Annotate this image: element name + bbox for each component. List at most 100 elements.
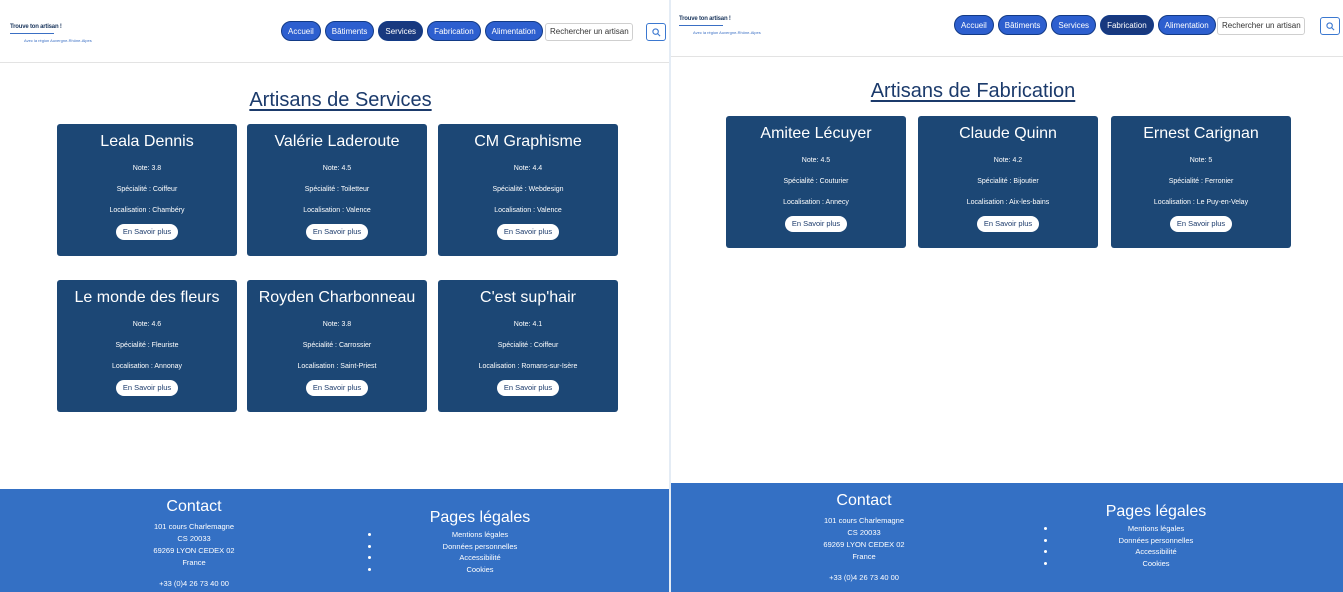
logo-tagline: Avec la région Auvergne-Rhône-Alpes bbox=[693, 30, 761, 35]
artisan-note: Note: 4.4 bbox=[513, 165, 543, 172]
artisan-specialite: Spécialité : Coiffeur bbox=[116, 186, 178, 193]
site-footer: Contact 101 cours Charlemagne CS 20033 6… bbox=[0, 489, 669, 592]
artisan-localisation: Localisation : Le Puy-en-Velay bbox=[1153, 199, 1249, 206]
page-title: Artisans de Fabrication bbox=[870, 80, 1076, 102]
artisan-localisation: Localisation : Annonay bbox=[111, 363, 183, 370]
footer-contact: Contact 101 cours Charlemagne CS 20033 6… bbox=[114, 498, 274, 588]
logo-title: Trouve ton artisan ! bbox=[679, 16, 731, 22]
artisan-specialite: Spécialité : Coiffeur bbox=[497, 342, 559, 349]
legal-title: Pages légales bbox=[1105, 503, 1207, 520]
page-title: Artisans de Services bbox=[249, 89, 432, 111]
artisan-card: Royden Charbonneau Note: 3.8 Spécialité … bbox=[247, 280, 427, 412]
footer-legal: Pages légales Mentions légales Données p… bbox=[1041, 503, 1271, 569]
address-line: 69269 LYON CEDEX 02 bbox=[823, 540, 905, 549]
artisan-name: Ernest Carignan bbox=[1143, 125, 1259, 142]
site-footer: Contact 101 cours Charlemagne CS 20033 6… bbox=[671, 483, 1343, 592]
logo-swoosh bbox=[679, 25, 723, 29]
artisan-specialite: Spécialité : Toiletteur bbox=[304, 186, 370, 193]
artisan-card: Claude Quinn Note: 4.2 Spécialité : Bijo… bbox=[918, 116, 1098, 248]
legal-link-cookies[interactable]: Cookies bbox=[365, 564, 595, 576]
contact-title: Contact bbox=[166, 498, 222, 515]
legal-links: Mentions légales Données personnelles Ac… bbox=[365, 529, 595, 575]
nav-batiments[interactable]: Bâtiments bbox=[324, 21, 375, 41]
legal-link-accessibilite[interactable]: Accessibilité bbox=[365, 552, 595, 564]
nav-services[interactable]: Services bbox=[1051, 15, 1097, 35]
artisan-localisation: Localisation : Chambéry bbox=[109, 207, 185, 214]
en-savoir-plus-button[interactable]: En Savoir plus bbox=[1169, 216, 1233, 232]
nav-alimentation[interactable]: Alimentation bbox=[1157, 15, 1216, 35]
artisan-name: CM Graphisme bbox=[474, 133, 582, 150]
nav-fabrication[interactable]: Fabrication bbox=[427, 21, 481, 41]
en-savoir-plus-button[interactable]: En Savoir plus bbox=[115, 380, 179, 396]
artisan-name: Leala Dennis bbox=[100, 133, 194, 150]
artisan-note: Note: 4.5 bbox=[322, 165, 352, 172]
legal-link-donnees[interactable]: Données personnelles bbox=[365, 541, 595, 553]
artisan-specialite: Spécialité : Fleuriste bbox=[115, 342, 179, 349]
artisan-card: C'est sup'hair Note: 4.1 Spécialité : Co… bbox=[438, 280, 618, 412]
artisan-name: Valérie Laderoute bbox=[274, 133, 400, 150]
artisan-note: Note: 4.6 bbox=[132, 321, 162, 328]
artisan-name: C'est sup'hair bbox=[480, 289, 576, 306]
address-line: 101 cours Charlemagne bbox=[823, 516, 905, 525]
artisan-name: Claude Quinn bbox=[959, 125, 1057, 142]
site-header: Trouve ton artisan ! Avec la région Auve… bbox=[671, 4, 1343, 57]
en-savoir-plus-button[interactable]: En Savoir plus bbox=[115, 224, 179, 240]
contact-phone[interactable]: +33 (0)4 26 73 40 00 bbox=[784, 573, 944, 582]
search-input[interactable]: Rechercher un artisan bbox=[1217, 17, 1305, 35]
en-savoir-plus-button[interactable]: En Savoir plus bbox=[305, 224, 369, 240]
site-logo[interactable]: Trouve ton artisan ! Avec la région Auve… bbox=[10, 24, 92, 46]
address-line: CS 20033 bbox=[177, 534, 211, 543]
contact-phone[interactable]: +33 (0)4 26 73 40 00 bbox=[114, 579, 274, 588]
logo-swoosh bbox=[10, 33, 54, 37]
legal-link-accessibilite[interactable]: Accessibilité bbox=[1041, 546, 1271, 558]
artisan-name: Royden Charbonneau bbox=[258, 289, 416, 306]
address-line: 69269 LYON CEDEX 02 bbox=[153, 546, 235, 555]
artisan-localisation: Localisation : Aix-les-bains bbox=[966, 199, 1050, 206]
artisan-note: Note: 4.2 bbox=[993, 157, 1023, 164]
logo-title: Trouve ton artisan ! bbox=[10, 24, 62, 30]
artisan-card: Leala Dennis Note: 3.8 Spécialité : Coif… bbox=[57, 124, 237, 256]
fabrication-page: Trouve ton artisan ! Avec la région Auve… bbox=[671, 0, 1343, 592]
artisan-localisation: Localisation : Valence bbox=[303, 207, 371, 214]
logo-tagline: Avec la région Auvergne-Rhône-Alpes bbox=[24, 38, 92, 43]
address-line: CS 20033 bbox=[847, 528, 881, 537]
nav-alimentation[interactable]: Alimentation bbox=[484, 21, 543, 41]
contact-title: Contact bbox=[836, 492, 892, 509]
en-savoir-plus-button[interactable]: En Savoir plus bbox=[784, 216, 848, 232]
legal-title: Pages légales bbox=[429, 509, 531, 526]
artisan-note: Note: 4.5 bbox=[801, 157, 831, 164]
footer-legal: Pages légales Mentions légales Données p… bbox=[365, 509, 595, 575]
search-button[interactable] bbox=[646, 23, 666, 41]
en-savoir-plus-button[interactable]: En Savoir plus bbox=[976, 216, 1040, 232]
en-savoir-plus-button[interactable]: En Savoir plus bbox=[496, 224, 560, 240]
nav-accueil[interactable]: Accueil bbox=[954, 15, 994, 35]
legal-link-mentions[interactable]: Mentions légales bbox=[1041, 523, 1271, 535]
services-page: Trouve ton artisan ! Avec la région Auve… bbox=[0, 0, 669, 592]
nav-batiments[interactable]: Bâtiments bbox=[997, 15, 1048, 35]
artisan-card: Ernest Carignan Note: 5 Spécialité : Fer… bbox=[1111, 116, 1291, 248]
artisan-card: Amitee Lécuyer Note: 4.5 Spécialité : Co… bbox=[726, 116, 906, 248]
en-savoir-plus-button[interactable]: En Savoir plus bbox=[496, 380, 560, 396]
artisan-card: CM Graphisme Note: 4.4 Spécialité : Webd… bbox=[438, 124, 618, 256]
nav-accueil[interactable]: Accueil bbox=[281, 21, 321, 41]
legal-links: Mentions légales Données personnelles Ac… bbox=[1041, 523, 1271, 569]
artisan-specialite: Spécialité : Webdesign bbox=[492, 186, 564, 193]
address-line: 101 cours Charlemagne bbox=[153, 522, 235, 531]
legal-link-mentions[interactable]: Mentions légales bbox=[365, 529, 595, 541]
artisan-card: Le monde des fleurs Note: 4.6 Spécialité… bbox=[57, 280, 237, 412]
search-input[interactable]: Rechercher un artisan bbox=[545, 23, 633, 41]
artisan-specialite: Spécialité : Bijoutier bbox=[977, 178, 1039, 185]
search-button[interactable] bbox=[1320, 17, 1340, 35]
nav-fabrication[interactable]: Fabrication bbox=[1100, 15, 1154, 35]
site-logo[interactable]: Trouve ton artisan ! Avec la région Auve… bbox=[679, 16, 761, 38]
artisan-note: Note: 3.8 bbox=[322, 321, 352, 328]
nav-services[interactable]: Services bbox=[378, 21, 424, 41]
artisan-specialite: Spécialité : Couturier bbox=[783, 178, 849, 185]
artisan-name: Amitee Lécuyer bbox=[760, 125, 872, 142]
legal-link-donnees[interactable]: Données personnelles bbox=[1041, 535, 1271, 547]
legal-link-cookies[interactable]: Cookies bbox=[1041, 558, 1271, 570]
artisan-localisation: Localisation : Annecy bbox=[783, 199, 849, 206]
artisan-name: Le monde des fleurs bbox=[74, 289, 220, 306]
en-savoir-plus-button[interactable]: En Savoir plus bbox=[305, 380, 369, 396]
artisan-card: Valérie Laderoute Note: 4.5 Spécialité :… bbox=[247, 124, 427, 256]
